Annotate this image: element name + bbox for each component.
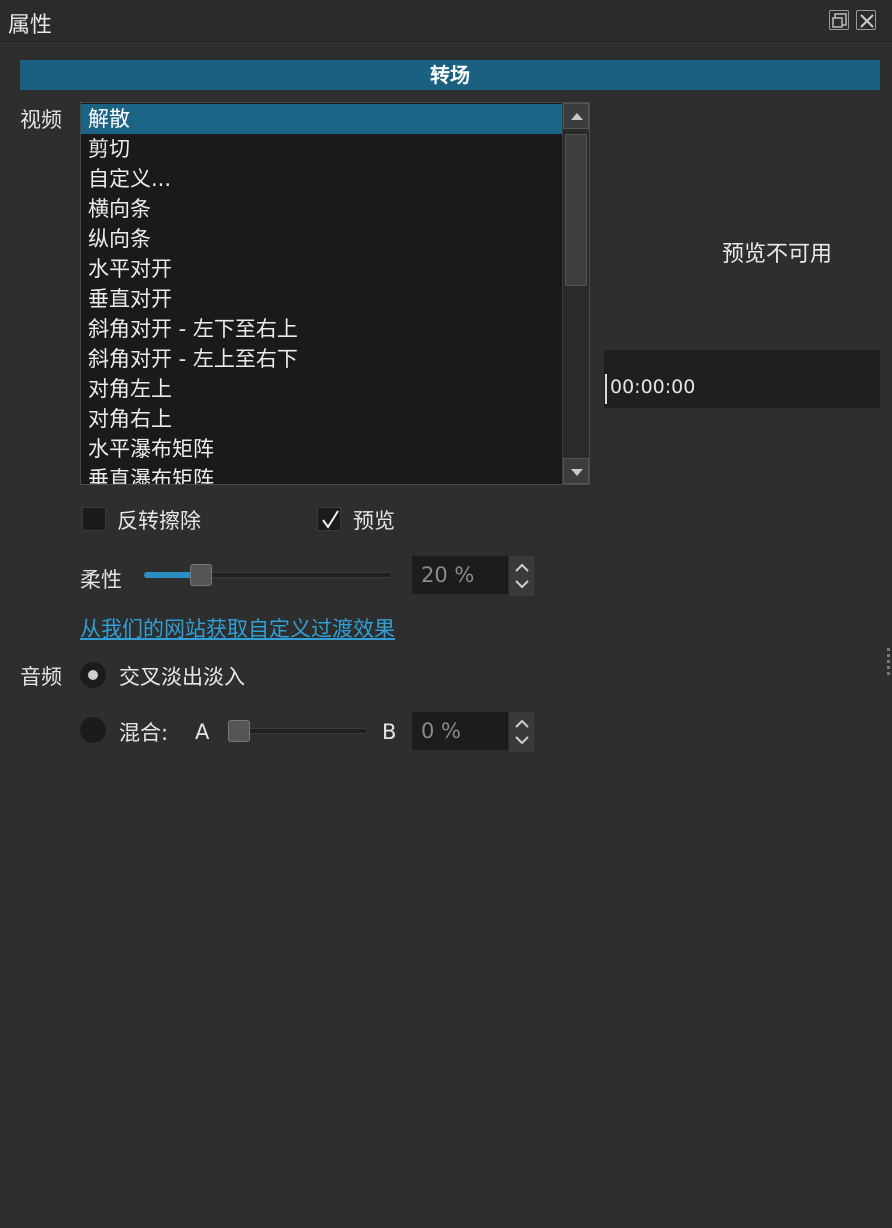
checkmark-icon <box>322 510 339 529</box>
window-title: 属性 <box>8 13 53 38</box>
custom-transitions-link[interactable]: 从我们的网站获取自定义过渡效果 <box>80 613 395 643</box>
transition-list-item[interactable]: 斜角对开 - 左上至右下 <box>81 344 563 374</box>
transition-list-item[interactable]: 横向条 <box>81 194 563 224</box>
transition-section-header: 转场 <box>20 60 880 90</box>
scrollbar-track[interactable] <box>563 130 589 457</box>
transition-list-item[interactable]: 对角右上 <box>81 404 563 434</box>
preview-label: 预览 <box>353 509 395 533</box>
softness-spinbox[interactable]: 20 % <box>411 555 535 596</box>
title-bar: 属性 <box>0 0 892 42</box>
mix-label: 混合: <box>119 721 169 745</box>
transition-list-item[interactable]: 解散 <box>81 104 563 134</box>
mix-spinbox[interactable]: 0 % <box>411 711 535 752</box>
mix-radio[interactable] <box>80 717 106 743</box>
crossfade-radio[interactable] <box>80 662 106 688</box>
mix-spin-buttons[interactable] <box>508 712 534 752</box>
preview-unavailable-text: 预览不可用 <box>722 242 833 267</box>
spin-arrows-icon <box>515 719 529 745</box>
mix-value[interactable]: 0 % <box>421 719 461 743</box>
close-window-button[interactable] <box>856 10 876 30</box>
radio-selected-dot <box>88 670 98 680</box>
panel-resize-grip[interactable] <box>886 648 892 688</box>
arrow-up-icon <box>571 113 583 120</box>
spin-arrows-icon <box>515 563 529 589</box>
float-window-button[interactable] <box>829 10 849 30</box>
arrow-down-icon <box>571 469 583 476</box>
transition-list-item[interactable]: 斜角对开 - 左下至右上 <box>81 314 563 344</box>
softness-slider-fill <box>144 572 192 578</box>
timecode: 00:00:00 <box>610 376 696 398</box>
transition-list-item[interactable]: 剪切 <box>81 134 563 164</box>
mix-slider-handle[interactable] <box>228 720 250 742</box>
transition-list-item[interactable]: 垂直对开 <box>81 284 563 314</box>
video-label: 视频 <box>20 108 62 132</box>
transition-list-item[interactable]: 对角左上 <box>81 374 563 404</box>
transition-list-scrollbar[interactable] <box>562 103 589 484</box>
transition-list[interactable]: 解散 剪切 自定义... 横向条 纵向条 水平对开 垂直对开 斜角对开 - 左下至右上 斜角对开… <box>80 102 590 485</box>
crossfade-label: 交叉淡出淡入 <box>119 665 245 689</box>
preview-timeline[interactable]: 00:00:00 <box>604 350 880 408</box>
mix-a-label: A <box>195 720 210 744</box>
transition-list-item[interactable]: 垂直瀑布矩阵 <box>81 464 563 484</box>
audio-label: 音频 <box>20 665 62 689</box>
close-icon <box>860 14 874 28</box>
timeline-cursor[interactable] <box>605 374 607 404</box>
softness-label: 柔性 <box>80 568 122 592</box>
invert-wipe-label: 反转擦除 <box>117 509 201 533</box>
transition-list-item[interactable]: 纵向条 <box>81 224 563 254</box>
scroll-up-button[interactable] <box>563 103 589 129</box>
scrollbar-thumb[interactable] <box>565 134 587 286</box>
softness-value[interactable]: 20 % <box>421 563 474 587</box>
float-icon <box>832 13 847 28</box>
mix-b-label: B <box>382 720 397 744</box>
transition-list-item[interactable]: 水平瀑布矩阵 <box>81 434 563 464</box>
softness-spin-buttons[interactable] <box>508 556 534 596</box>
transition-list-item[interactable]: 水平对开 <box>81 254 563 284</box>
preview-checkbox[interactable] <box>317 507 341 531</box>
invert-wipe-checkbox[interactable] <box>82 507 106 531</box>
softness-slider-handle[interactable] <box>190 564 212 586</box>
scroll-down-button[interactable] <box>563 458 589 484</box>
transition-list-item[interactable]: 自定义... <box>81 164 563 194</box>
